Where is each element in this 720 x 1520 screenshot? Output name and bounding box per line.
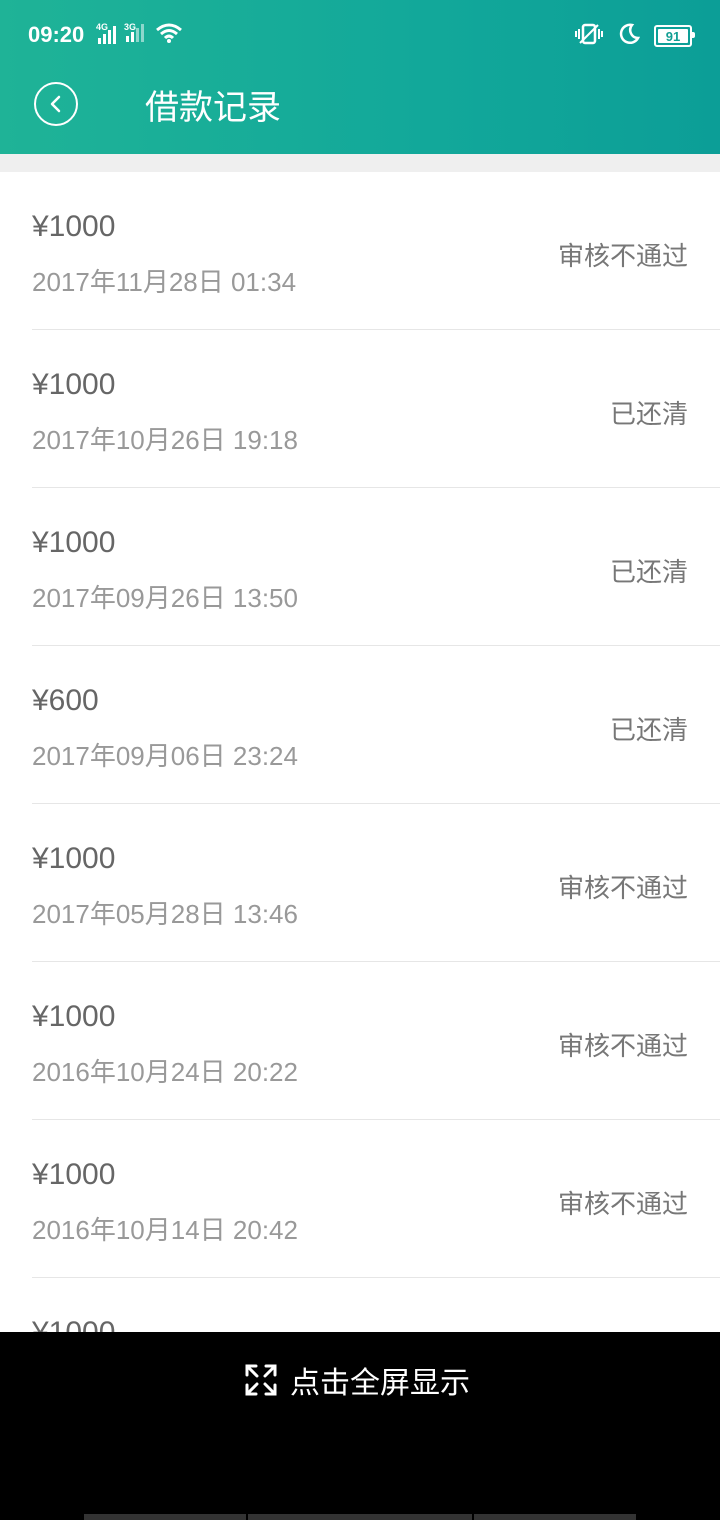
app-header: 09:20 4G 3G 91 借款记录 [0,0,720,154]
loan-date: 2017年05月28日 13:46 [32,899,298,929]
list-item[interactable]: ¥1000 2017年09月26日 13:50 已还清 [32,488,720,646]
chevron-left-icon [50,95,61,113]
status-time: 09:20 [28,22,85,47]
loan-date: 2016年10月14日 20:42 [32,1215,298,1245]
loan-date: 2016年10月24日 20:22 [32,1057,298,1087]
loan-status: 已还清 [609,716,688,746]
fullscreen-button[interactable]: 点击全屏显示 [244,1358,470,1402]
fullscreen-label: 点击全屏显示 [290,1366,470,1401]
battery-level: 91 [665,28,681,44]
vibrate-icon [574,22,604,50]
back-button[interactable] [34,82,78,126]
loan-record-list: ¥1000 2017年11月28日 01:34 审核不通过 ¥1000 2017… [0,172,720,1436]
loan-status: 已还清 [609,558,688,588]
fullscreen-overlay: 点击全屏显示 [0,1332,720,1520]
list-item[interactable]: ¥1000 2016年10月14日 20:42 审核不通过 [32,1120,720,1278]
header-divider [0,154,720,172]
cell-signal-2-icon: 3G [124,22,144,42]
list-item[interactable]: ¥600 2017年09月06日 23:24 已还清 [32,646,720,804]
loan-amount: ¥1000 [32,526,116,559]
list-item[interactable]: ¥1000 2016年10月24日 20:22 审核不通过 [32,962,720,1120]
moon-icon [618,23,641,49]
loan-status: 审核不通过 [557,874,688,904]
nav-bar-segment [474,1514,636,1520]
wifi-icon [155,22,183,48]
loan-amount: ¥600 [32,684,99,717]
loan-status: 审核不通过 [557,1190,688,1220]
loan-status: 审核不通过 [557,1032,688,1062]
network-type-2: 3G [124,22,137,32]
battery-icon: 91 [654,25,695,47]
expand-icon [245,1364,277,1396]
nav-bar-segment [248,1514,472,1520]
loan-amount: ¥1000 [32,368,116,401]
list-item[interactable]: ¥1000 2017年11月28日 01:34 审核不通过 [32,172,720,330]
loan-amount: ¥1000 [32,842,116,875]
nav-bar-segment [84,1514,246,1520]
loan-date: 2017年09月06日 23:24 [32,741,298,771]
loan-date: 2017年11月28日 01:34 [32,267,297,297]
loan-date: 2017年09月26日 13:50 [32,583,298,613]
loan-status: 审核不通过 [557,242,688,272]
page-title: 借款记录 [145,88,281,128]
loan-status: 已还清 [609,400,688,430]
loan-amount: ¥1000 [32,1000,116,1033]
cell-signal-1-icon: 4G [96,22,116,44]
loan-date: 2017年10月26日 19:18 [32,425,298,455]
list-item[interactable]: ¥1000 2017年10月26日 19:18 已还清 [32,330,720,488]
loan-amount: ¥1000 [32,210,116,243]
loan-amount: ¥1000 [32,1158,116,1191]
status-bar: 09:20 4G 3G 91 [0,0,720,72]
network-type-1: 4G [96,22,109,32]
list-item[interactable]: ¥1000 2017年05月28日 13:46 审核不通过 [32,804,720,962]
